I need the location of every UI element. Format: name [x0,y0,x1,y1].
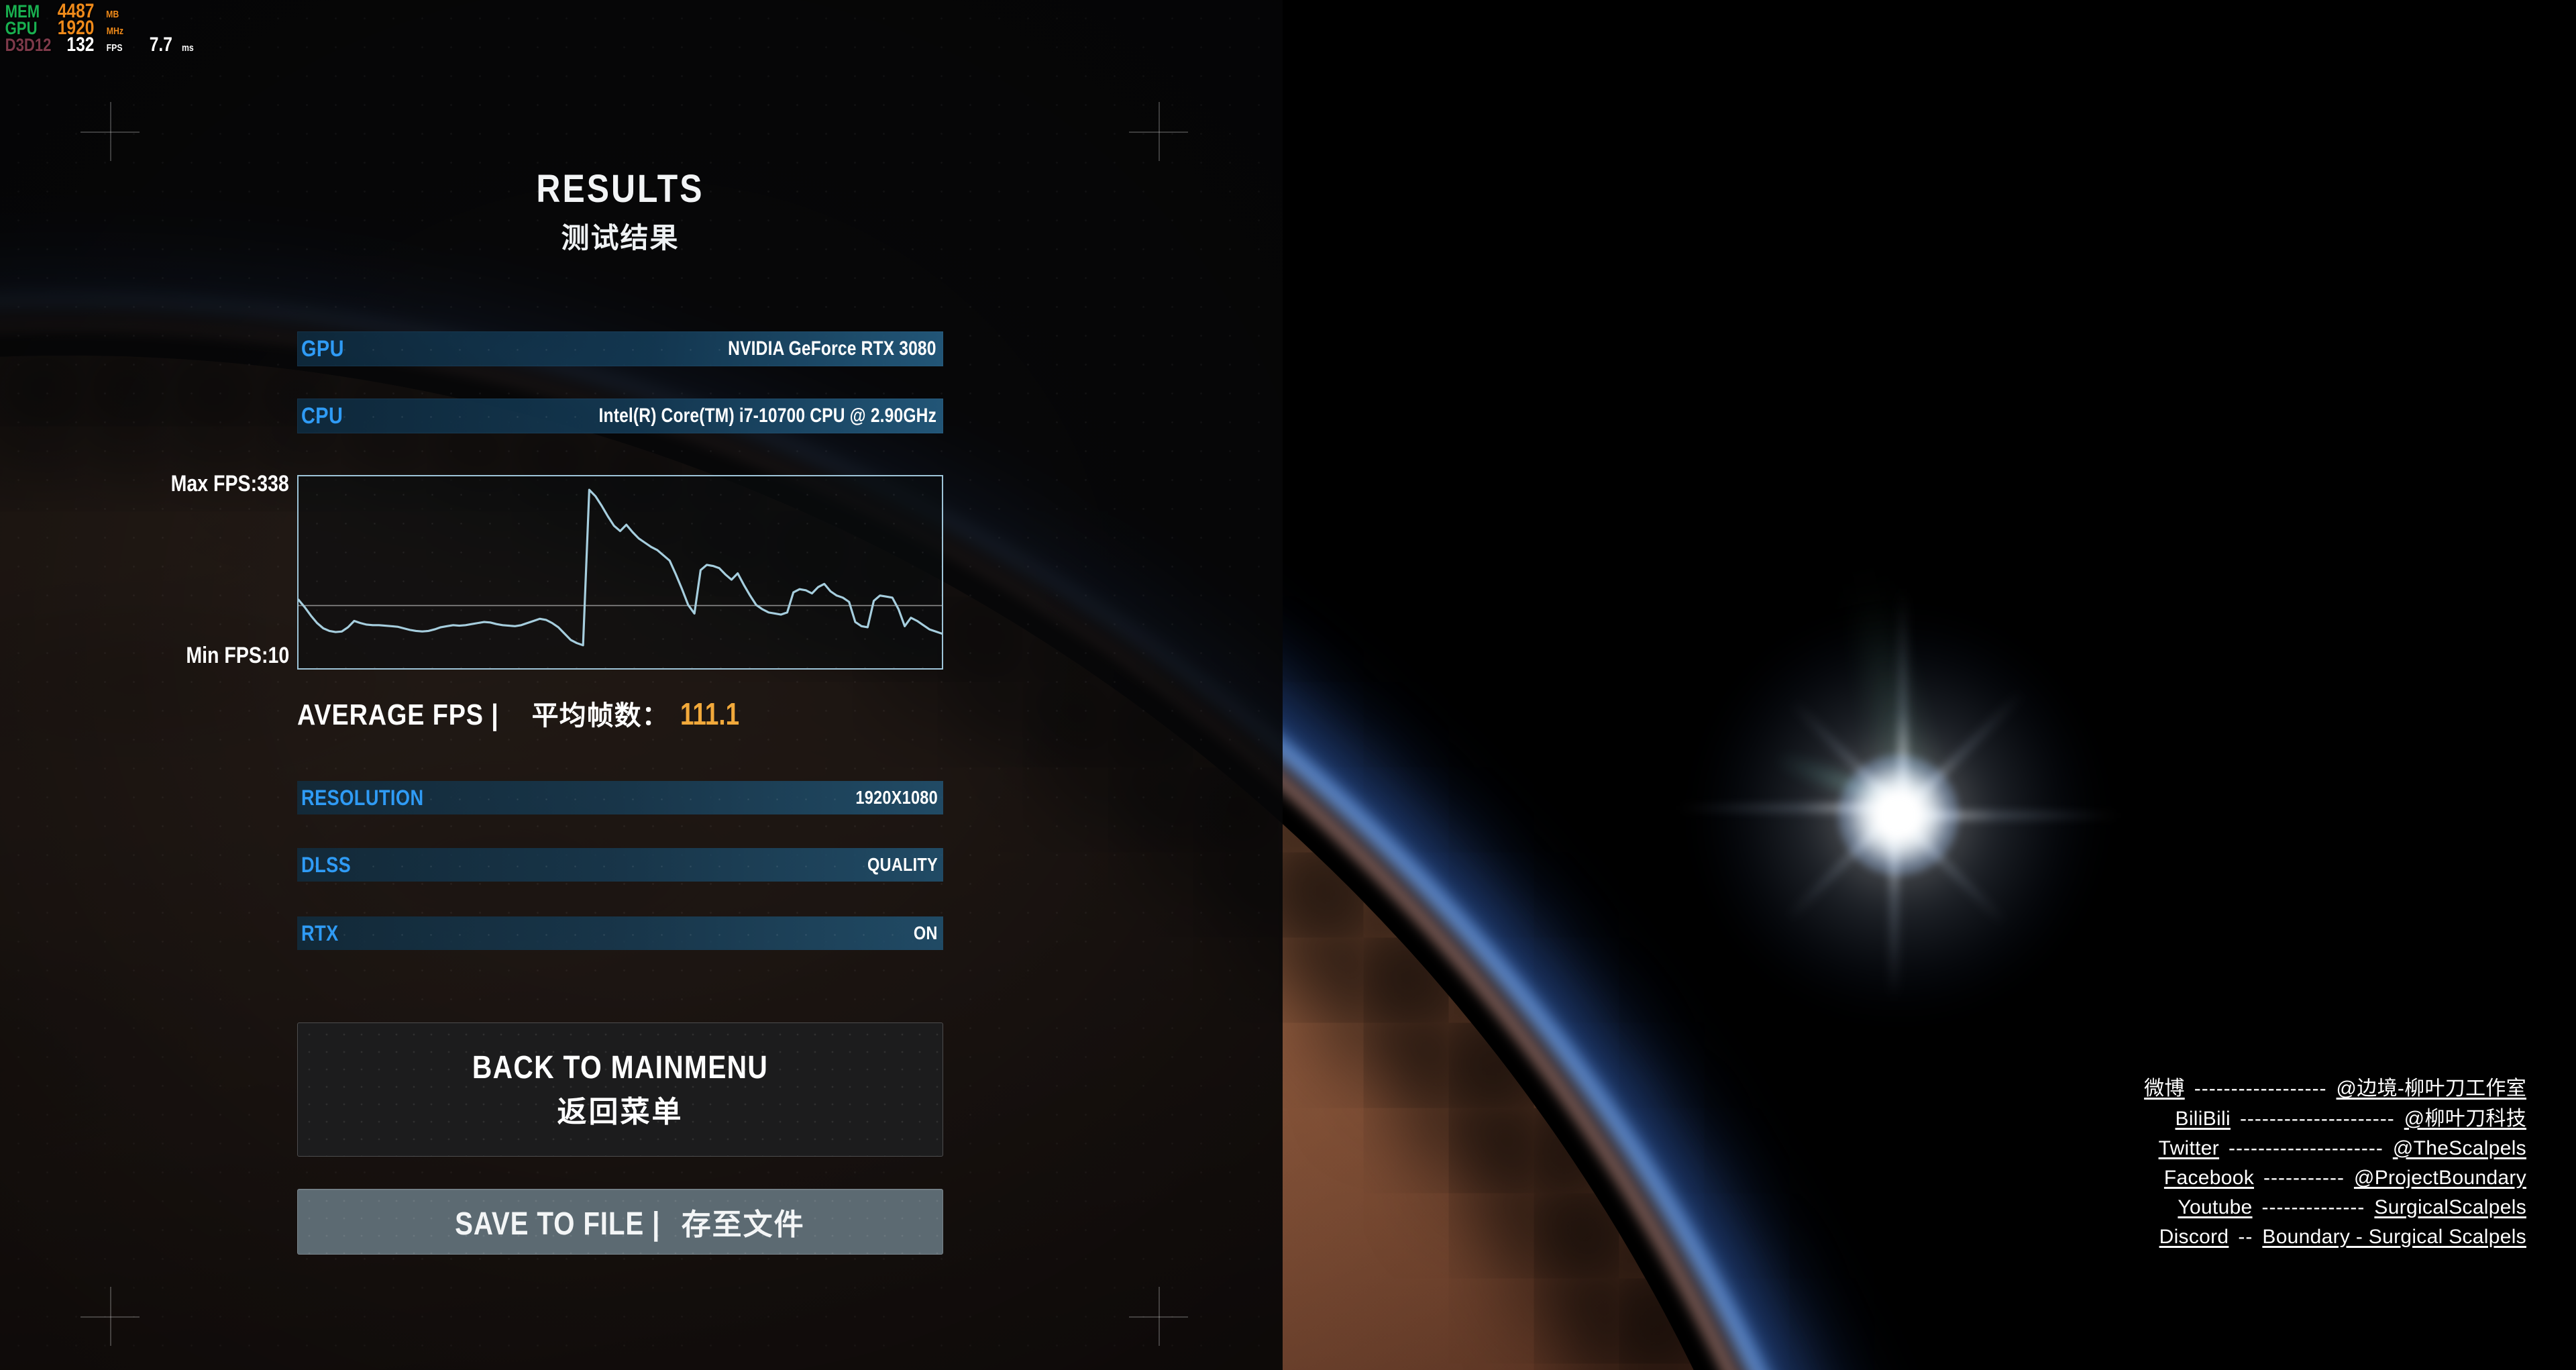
social-platform-discord: Discord [2159,1225,2229,1248]
info-value-cpu: Intel(R) Core(TM) i7-10700 CPU @ 2.90GHz [598,405,936,427]
average-fps-value: 111.1 [680,696,739,731]
social-dashes: ----------- [2263,1166,2345,1189]
info-row-cpu: CPU Intel(R) Core(TM) i7-10700 CPU @ 2.9… [297,399,943,433]
results-content-column: RESULTS 测试结果 GPU NVIDIA GeForce RTX 3080… [171,0,943,1370]
social-dashes: --------------------- [2239,1107,2395,1130]
page-title-en: RESULTS [536,167,704,211]
osd-value-fps: 132 [66,34,95,56]
info-row-gpu: GPU NVIDIA GeForce RTX 3080 [297,331,943,366]
setting-value-resolution: 1920X1080 [855,787,938,808]
fps-chart: Max FPS:338 Min FPS:10 [171,471,943,676]
osd-unit-fps: FPS [106,42,123,54]
social-platform-facebook: Facebook [2163,1166,2255,1189]
osd-value-frametime: 7.7 [149,34,173,56]
info-label-gpu: GPU [301,335,344,362]
osd-row-d3d12: D3D12 132 FPS 7.7 ms [1,35,195,55]
setting-value-rtx: ON [914,923,938,943]
osd-label-d3d12: D3D12 [5,35,52,55]
average-fps-line: AVERAGE FPS | 平均帧数： 111.1 [297,694,943,733]
row-dot-texture [297,848,943,882]
chart-min-fps-label: Min FPS:10 [186,643,289,668]
back-to-mainmenu-label-cn: 返回菜单 [557,1095,684,1128]
social-row-youtube[interactable]: Youtube -------------- SurgicalScalpels [2144,1193,2526,1222]
social-handle-weibo: @边境-柳叶刀工作室 [2336,1077,2526,1100]
setting-row-rtx: RTX ON [297,916,943,950]
save-to-file-button[interactable]: SAVE TO FILE | 存至文件 [297,1189,943,1255]
chart-max-fps-label: Max FPS:338 [170,471,289,496]
social-platform-twitter: Twitter [2158,1137,2220,1159]
social-row-weibo[interactable]: 微博 ------------------ @边境-柳叶刀工作室 [2144,1074,2526,1104]
social-credits: 微博 ------------------ @边境-柳叶刀工作室 BiliBil… [2144,1074,2526,1252]
setting-label-dlss: DLSS [301,852,352,877]
chart-plot-area [297,475,943,670]
social-platform-weibo: 微博 [2144,1077,2185,1100]
page-title-block: RESULTS 测试结果 [297,0,943,256]
setting-value-dlss: QUALITY [867,854,938,875]
back-to-mainmenu-label-en: BACK TO MAINMENU [472,1049,769,1086]
social-handle-bilibili: @柳叶刀科技 [2404,1107,2526,1130]
social-dashes: -------------- [2261,1196,2365,1218]
social-row-twitter[interactable]: Twitter --------------------- @TheScalpe… [2144,1134,2526,1163]
social-platform-youtube: Youtube [2178,1196,2253,1218]
social-handle-youtube: SurgicalScalpels [2374,1196,2526,1218]
average-fps-label-en: AVERAGE FPS | [297,698,499,731]
social-platform-bilibili: BiliBili [2175,1107,2231,1130]
save-to-file-label-en: SAVE TO FILE | [455,1206,661,1242]
setting-label-resolution: RESOLUTION [301,785,424,810]
social-row-bilibili[interactable]: BiliBili --------------------- @柳叶刀科技 [2144,1104,2526,1134]
save-to-file-label-cn: 存至文件 [681,1208,805,1241]
social-handle-twitter: @TheScalpels [2392,1137,2526,1159]
social-row-facebook[interactable]: Facebook ----------- @ProjectBoundary [2144,1163,2526,1193]
info-value-gpu: NVIDIA GeForce RTX 3080 [728,337,936,360]
setting-label-rtx: RTX [301,920,339,945]
social-dashes: --------------------- [2229,1137,2383,1159]
average-fps-label-cn: 平均帧数： [531,701,669,731]
results-panel: RESULTS 测试结果 GPU NVIDIA GeForce RTX 3080… [0,0,1283,1370]
social-handle-facebook: @ProjectBoundary [2353,1166,2526,1189]
setting-row-resolution: RESOLUTION 1920X1080 [297,781,943,814]
chart-fps-line [299,488,942,647]
social-dashes: -- [2238,1225,2253,1248]
back-to-mainmenu-button[interactable]: BACK TO MAINMENU 返回菜单 [297,1022,943,1157]
setting-row-dlss: DLSS QUALITY [297,848,943,882]
osd-unit-frametime: ms [181,42,194,54]
sun-core [1838,755,1959,876]
info-label-cpu: CPU [301,403,343,429]
social-handle-discord: Boundary - Surgical Scalpels [2262,1225,2526,1248]
social-row-discord[interactable]: Discord -- Boundary - Surgical Scalpels [2144,1222,2526,1252]
social-dashes: ------------------ [2194,1077,2327,1100]
chart-svg [299,488,942,647]
row-dot-texture [297,916,943,950]
page-title-cn: 测试结果 [561,222,680,254]
